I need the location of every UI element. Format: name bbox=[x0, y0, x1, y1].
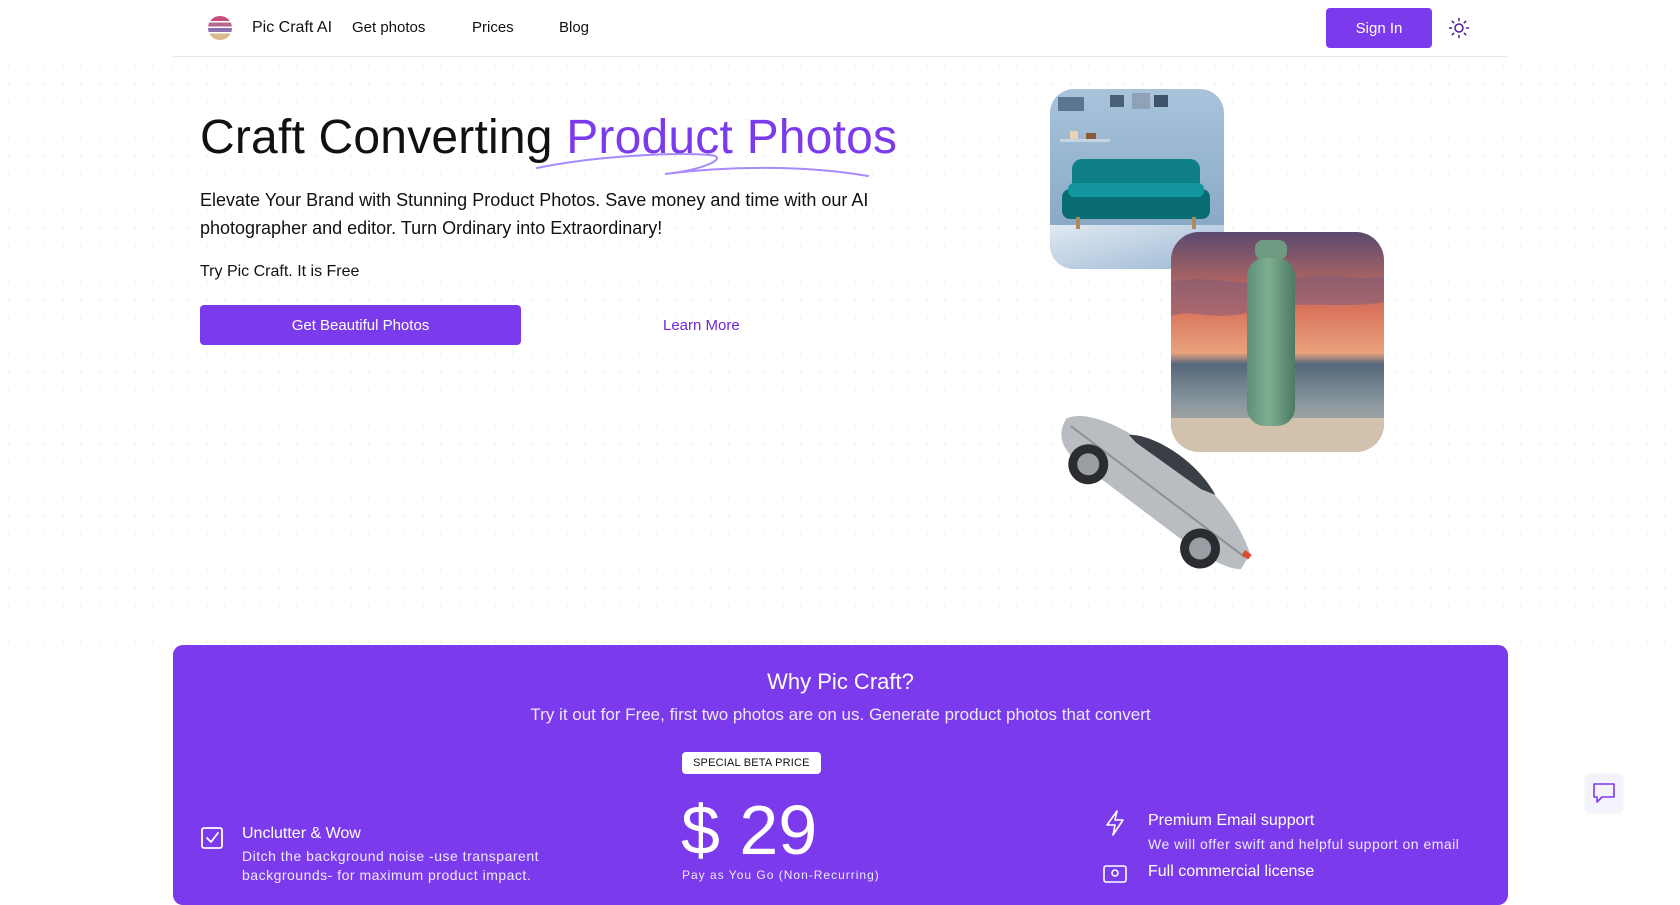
why-pic-craft-section: Why Pic Craft? Try it out for Free, firs… bbox=[173, 645, 1508, 905]
logo-icon[interactable] bbox=[207, 15, 233, 41]
hero-subtitle: Elevate Your Brand with Stunning Product… bbox=[200, 190, 869, 238]
feature-desc-unclutter-line2: backgrounds- for maximum product impact. bbox=[242, 867, 532, 883]
brand-name[interactable]: Pic Craft AI bbox=[252, 19, 332, 37]
top-navbar: Pic Craft AI Get photos Prices Blog Sign… bbox=[173, 0, 1507, 57]
underline-scribble bbox=[536, 153, 869, 177]
chat-icon bbox=[1593, 783, 1615, 803]
nav-prices[interactable]: Prices bbox=[472, 19, 514, 36]
price-note: Pay as You Go (Non-Recurring) bbox=[682, 868, 880, 882]
feature-desc-support: We will offer swift and helpful support … bbox=[1148, 836, 1460, 852]
why-title: Why Pic Craft? bbox=[767, 669, 914, 694]
car-product-photo bbox=[1030, 392, 1280, 592]
feature-title-unclutter: Unclutter & Wow bbox=[242, 825, 361, 842]
chat-widget-button[interactable] bbox=[1585, 774, 1623, 812]
feature-title-support: Premium Email support bbox=[1148, 812, 1315, 829]
sign-in-button[interactable]: Sign In bbox=[1326, 8, 1432, 48]
price-value: $ 29 bbox=[681, 791, 818, 869]
try-free-text: Try Pic Craft. It is Free bbox=[200, 263, 360, 280]
hero-title-plain: Craft Converting bbox=[200, 111, 567, 164]
id-card-icon bbox=[1103, 865, 1127, 883]
get-beautiful-photos-button[interactable]: Get Beautiful Photos bbox=[200, 305, 521, 345]
beta-price-badge: SPECIAL BETA PRICE bbox=[682, 752, 821, 774]
sun-icon[interactable] bbox=[1447, 16, 1471, 40]
feature-title-license: Full commercial license bbox=[1148, 863, 1315, 880]
checkbox-check-icon bbox=[201, 827, 223, 849]
lightning-icon bbox=[1106, 810, 1124, 836]
learn-more-link[interactable]: Learn More bbox=[663, 317, 740, 334]
nav-blog[interactable]: Blog bbox=[559, 19, 589, 36]
why-subtitle: Try it out for Free, first two photos ar… bbox=[530, 705, 1151, 724]
nav-get-photos[interactable]: Get photos bbox=[352, 19, 425, 36]
feature-desc-unclutter-line1: Ditch the background noise -use transpar… bbox=[242, 848, 539, 864]
